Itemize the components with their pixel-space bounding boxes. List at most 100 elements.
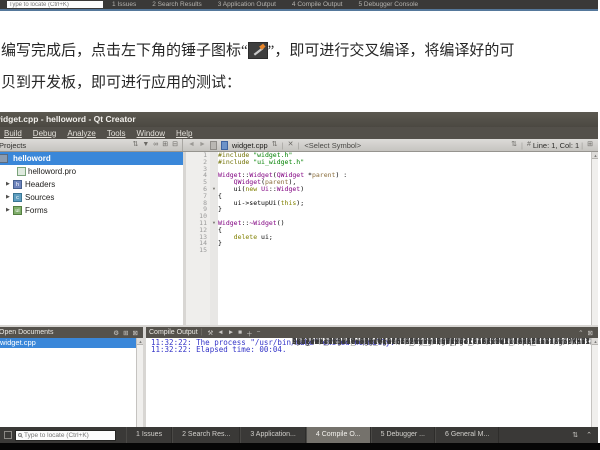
document-area: 编写完成后，点击左下角的锤子图标“ ”，即可进行交叉编译，将编译好的可 贝到开发… xyxy=(0,11,600,112)
menu-debug[interactable]: Debug xyxy=(33,129,57,138)
code-line: 2#include "ui_widget.h" xyxy=(186,159,591,166)
zoom-out-icon[interactable]: − xyxy=(257,329,261,336)
build-icon[interactable]: ⚒ xyxy=(207,329,213,337)
stop-icon[interactable]: ■ xyxy=(238,329,242,336)
output-pane-tab[interactable]: 6 General M... xyxy=(435,427,499,443)
expander-icon[interactable]: ▶ xyxy=(6,191,10,204)
pro-icon xyxy=(17,167,26,176)
scroll-up-icon[interactable]: ▲ xyxy=(592,152,598,159)
tree-item[interactable]: ▶hHeaders xyxy=(0,178,183,191)
back-icon[interactable]: ◄ xyxy=(188,139,195,151)
forward-icon[interactable]: ► xyxy=(199,139,206,151)
close-panel-icon[interactable]: ⊠ xyxy=(133,329,138,337)
search-icon xyxy=(18,433,22,437)
top-strip-tab[interactable]: 2 Search Results xyxy=(152,1,202,8)
fold-marker-icon[interactable] xyxy=(210,240,218,247)
projects-panel-header: Projects ⇅ ▼ ∞ ⊞ ⊟ xyxy=(0,139,183,151)
file-combo-arrow-icon[interactable]: ⇅ xyxy=(272,139,278,151)
doc-text-post: ”，即可进行交叉编译，将编译好的可 xyxy=(268,43,515,59)
cursor-position-label: Line: 1, Col: 1 xyxy=(533,141,579,150)
menu-analyze[interactable]: Analyze xyxy=(67,129,95,138)
separator: | xyxy=(201,329,203,336)
top-strip-tab[interactable]: 5 Debugger Console xyxy=(359,1,419,8)
maximize-pane-icon[interactable]: ⌃ xyxy=(578,329,583,337)
tree-item[interactable]: helloword.pro xyxy=(0,165,183,178)
output-pane-tab[interactable]: 5 Debugger ... xyxy=(371,427,435,443)
window-title: widget.cpp - helloword - Qt Creator xyxy=(0,112,136,127)
locator-input-background[interactable] xyxy=(7,1,103,8)
scroll-up-icon[interactable]: ▲ xyxy=(592,338,598,345)
output-pane-tab[interactable]: 2 Search Res... xyxy=(172,427,240,443)
top-strip-tab[interactable]: 1 Issues xyxy=(112,1,136,8)
fold-marker-icon[interactable] xyxy=(210,159,218,166)
top-strip-tab[interactable]: 3 Application Output xyxy=(218,1,276,8)
menu-tools[interactable]: Tools xyxy=(107,129,126,138)
output-pane-tab[interactable]: 4 Compile O... xyxy=(306,427,371,443)
close-pane-icon[interactable]: ⊠ xyxy=(588,329,593,337)
filter-icon[interactable]: ▼ xyxy=(142,139,149,151)
menu-window[interactable]: Window xyxy=(137,129,165,138)
open-file-tab[interactable]: widget.cpp xyxy=(232,141,268,150)
fold-marker-icon[interactable] xyxy=(210,193,218,200)
output-pane-tab[interactable]: 3 Application... xyxy=(240,427,306,443)
compile-output-text[interactable]: sysroot=/work/nfs/forlinx/OK5718-SDK-V1.… xyxy=(146,338,591,427)
previous-item-icon[interactable]: ◄ xyxy=(217,329,223,336)
fold-marker-icon[interactable]: ▼ xyxy=(210,220,218,227)
open-document-item[interactable]: widget.cpp xyxy=(0,338,136,348)
link-icon[interactable]: ∞ xyxy=(153,139,158,151)
ui-icon: ui xyxy=(13,206,22,215)
tree-item[interactable]: ▶cSources xyxy=(0,191,183,204)
menu-help[interactable]: Help xyxy=(176,129,192,138)
fold-marker-icon[interactable] xyxy=(210,166,218,173)
fold-marker-icon[interactable] xyxy=(210,247,218,254)
editor-scrollbar[interactable]: ▲ xyxy=(591,152,598,325)
symbol-combo-arrow-icon[interactable]: ⇅ xyxy=(511,139,517,151)
fold-marker-icon[interactable] xyxy=(210,179,218,186)
fold-marker-icon[interactable] xyxy=(210,227,218,234)
split-panel-icon[interactable]: ⊞ xyxy=(123,329,128,337)
fold-marker-icon[interactable] xyxy=(210,172,218,179)
open-documents-scrollbar[interactable]: ▲ ▼ xyxy=(136,338,143,427)
expander-icon[interactable]: ▶ xyxy=(6,204,10,217)
fold-marker-icon[interactable] xyxy=(210,206,218,213)
split-editor-icon[interactable]: ⊞ xyxy=(587,139,593,151)
doc-text-pre: 编写完成后，点击左下角的锤子图标“ xyxy=(1,43,248,59)
fold-marker-icon[interactable] xyxy=(210,152,218,159)
hash-icon[interactable]: # xyxy=(527,139,531,151)
editor-toolbar: ◄ ► widget.cpp ⇅ | ✕ | <Select Symbol> ⇅… xyxy=(183,139,598,151)
expander-icon[interactable]: ▶ xyxy=(6,178,10,191)
top-strip-tab[interactable]: 4 Compile Output xyxy=(292,1,343,8)
gear-icon[interactable]: ⚙ xyxy=(113,329,119,337)
fold-marker-icon[interactable]: ▼ xyxy=(210,186,218,193)
title-bar[interactable]: widget.cpp - helloword - Qt Creator xyxy=(0,112,598,127)
fold-marker-icon[interactable] xyxy=(210,234,218,241)
split-icon[interactable]: ⊞ xyxy=(162,139,168,151)
projects-tree[interactable]: hellowordhelloword.pro▶hHeaders▶cSources… xyxy=(0,152,183,325)
close-sidebar-icon[interactable]: ⊟ xyxy=(172,139,178,151)
close-document-icon[interactable]: ✕ xyxy=(288,139,294,151)
compile-output-scrollbar[interactable]: ▲ ▼ xyxy=(591,338,598,427)
symbol-selector[interactable]: <Select Symbol> xyxy=(304,141,361,150)
tree-item-label: helloword xyxy=(13,152,51,165)
fold-marker-icon[interactable] xyxy=(210,213,218,220)
tree-item[interactable]: helloword xyxy=(0,152,183,165)
output-pane-tab[interactable]: 1 Issues xyxy=(126,427,172,443)
doc-text-line2: 贝到开发板，即可进行应用的测试： xyxy=(1,75,241,91)
open-documents-list: widget.cpp xyxy=(0,338,143,427)
menu-build[interactable]: Build xyxy=(4,129,22,138)
pane-switcher-icon[interactable]: ⇅ xyxy=(572,431,578,439)
fold-marker-icon[interactable] xyxy=(210,200,218,207)
locator-input[interactable] xyxy=(24,432,110,439)
expand-panes-icon[interactable]: ⌃ xyxy=(586,431,592,439)
document-history-icon[interactable] xyxy=(210,141,217,150)
zoom-in-icon[interactable]: ＋ xyxy=(246,328,253,338)
code-editor[interactable]: 1#include "widget.h"2#include "ui_widget… xyxy=(186,152,591,325)
sync-icon[interactable]: ⇅ xyxy=(132,139,138,151)
c-icon: c xyxy=(13,193,22,202)
tree-item[interactable]: ▶uiForms xyxy=(0,204,183,217)
code-line: 6▼ ui(new Ui::Widget) xyxy=(186,186,591,193)
next-item-icon[interactable]: ► xyxy=(228,329,234,336)
code-text: #include "ui_widget.h" xyxy=(218,159,304,166)
locator-field[interactable] xyxy=(15,430,116,441)
screen: 1 Issues 2 Search Results 3 Application Ou… xyxy=(0,0,600,450)
